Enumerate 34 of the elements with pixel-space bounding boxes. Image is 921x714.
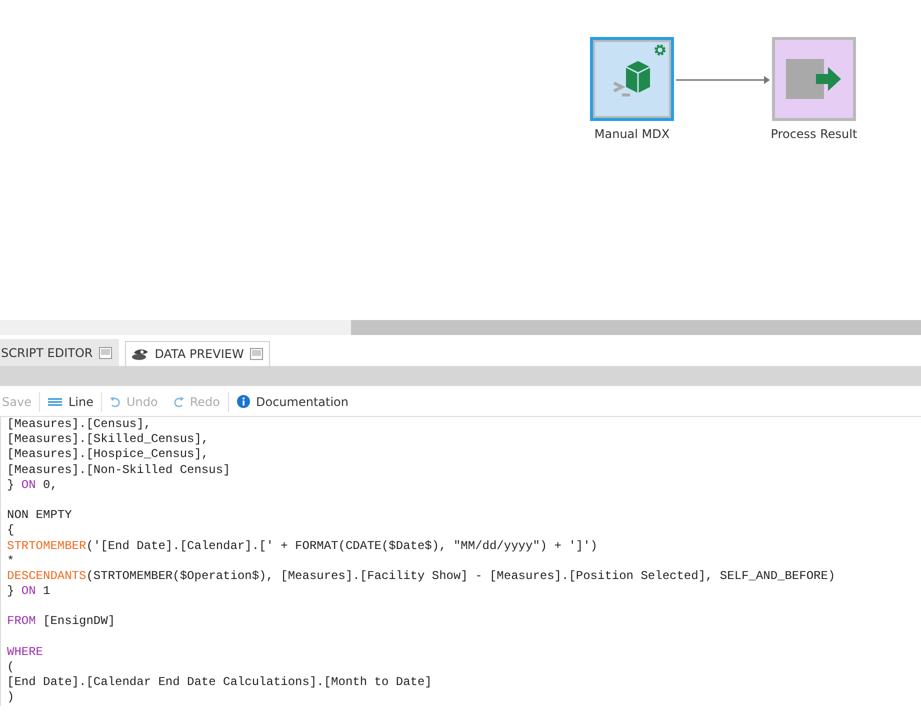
export-icon [786, 59, 842, 99]
scrollbar-thumb[interactable] [351, 320, 921, 335]
code-line: STRTOMEMBER('[End Date].[Calendar].[' + FORMAT(CDATE($Date$), "MM/dd/yyyy") + ']') [7, 538, 599, 554]
line-button[interactable]: Line [40, 392, 102, 412]
code-line: } ON 1 [7, 584, 52, 600]
code-line: WHERE [7, 644, 44, 660]
code-line: } ON 0, [7, 478, 58, 493]
tab[interactable]: DATA PREVIEW [124, 341, 270, 366]
info-icon [236, 395, 250, 408]
gear-icon[interactable] [654, 44, 666, 56]
code-line: * [7, 554, 16, 569]
code-line: FROM [EnsignDW] [7, 614, 116, 630]
code-line: [Measures].[Skilled_Census], [7, 432, 210, 448]
code-line: NON EMPTY [7, 508, 73, 524]
node-label: Manual MDX [594, 127, 670, 141]
code-line: ) [7, 690, 16, 706]
tab[interactable]: SCRIPT EDITOR [0, 339, 119, 366]
code-line: [Measures].[Census], [7, 417, 152, 432]
eye-icon [130, 347, 149, 361]
code-line: { [7, 523, 16, 538]
info-button[interactable]: Documentation [228, 392, 356, 412]
code-line: ( [7, 660, 16, 676]
lines-icon [48, 396, 62, 406]
code-line: [Measures].[Hospice_Census], [7, 447, 210, 463]
flow-node[interactable] [772, 37, 856, 121]
node-label: Process Result [770, 127, 858, 141]
code-line: DESCENDANTS(STRTOMEMBER($Operation$), [Measures].[Facility Show] - [Measures].[Position Selected], SELF_AND_BEFORE) [7, 568, 836, 584]
flow-node[interactable] [590, 37, 674, 121]
panel-icon[interactable] [250, 348, 263, 360]
code-line: [End Date].[Calendar End Date Calculations].[Month to Date] [7, 675, 433, 690]
undo-icon [110, 396, 120, 406]
redo-icon [174, 396, 184, 406]
code-line: [Measures].[Non-Skilled Census] [7, 462, 232, 478]
panel-icon[interactable] [98, 347, 112, 359]
